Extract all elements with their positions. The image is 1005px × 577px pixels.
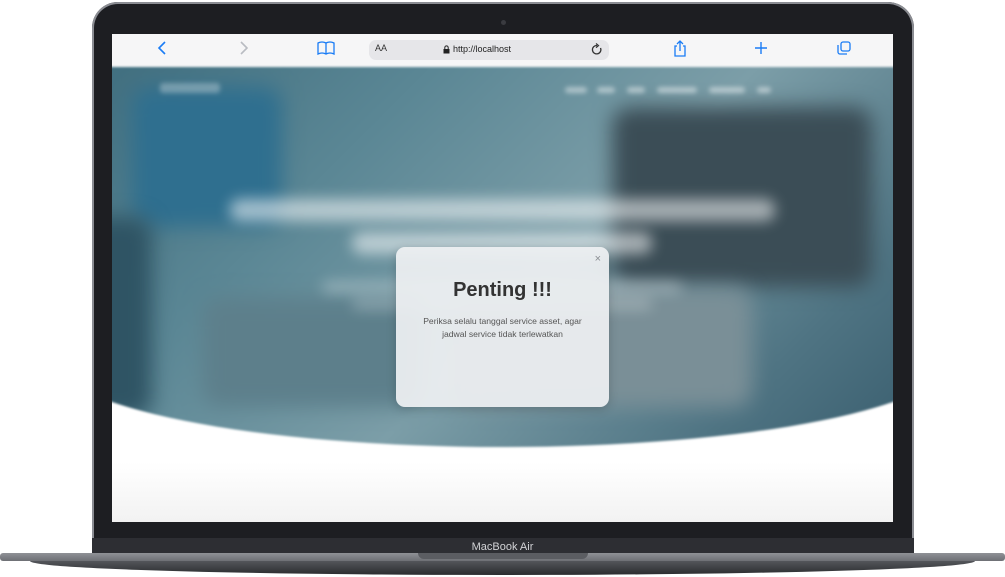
modal-message: Periksa selalu tanggal service asset, ag… <box>423 316 582 339</box>
url-text: http://localhost <box>453 44 512 54</box>
back-button[interactable] <box>154 40 170 60</box>
alert-modal: × Penting !!! Periksa selalu tanggal ser… <box>396 247 609 407</box>
forward-button[interactable] <box>236 40 252 60</box>
chevron-right-icon <box>240 41 249 55</box>
address-bar[interactable]: AA http://localhost <box>369 40 609 60</box>
site-logo <box>160 83 220 93</box>
plus-icon <box>755 42 767 54</box>
camera-icon <box>501 20 506 25</box>
nav-item <box>627 87 645 93</box>
blurred-shape <box>202 297 422 407</box>
tabs-icon <box>837 41 851 55</box>
safari-toolbar: AA http://localhost <box>112 34 893 68</box>
device-label: MacBook Air <box>471 541 534 553</box>
chevron-left-icon <box>157 41 166 55</box>
lock-icon <box>443 45 450 54</box>
bookmarks-button[interactable] <box>316 40 336 60</box>
tabs-button[interactable] <box>836 40 852 60</box>
hinge-notch <box>418 553 588 559</box>
nav-item <box>709 87 745 93</box>
blurred-shape <box>612 107 872 287</box>
share-icon <box>674 40 686 57</box>
hero-heading <box>230 199 775 221</box>
share-button[interactable] <box>672 40 688 60</box>
nav-item <box>565 87 587 93</box>
reader-button[interactable]: AA <box>375 43 387 53</box>
nav-item <box>597 87 615 93</box>
laptop-base-bottom <box>30 561 975 575</box>
device-mockup: AA http://localhost × Penting !!! Periks… <box>0 0 1005 577</box>
new-tab-button[interactable] <box>753 40 769 60</box>
blurred-shape <box>112 217 152 417</box>
reload-icon[interactable] <box>591 43 603 57</box>
nav-item <box>657 87 697 93</box>
book-icon <box>317 41 335 56</box>
modal-title: Penting !!! <box>453 279 552 301</box>
browser-screen: AA http://localhost × Penting !!! Periks… <box>112 34 893 522</box>
page-section <box>112 462 893 522</box>
close-icon[interactable]: × <box>595 253 601 265</box>
laptop-base <box>0 553 1005 577</box>
nav-item <box>757 87 771 93</box>
web-page: × Penting !!! Periksa selalu tanggal ser… <box>112 67 893 522</box>
